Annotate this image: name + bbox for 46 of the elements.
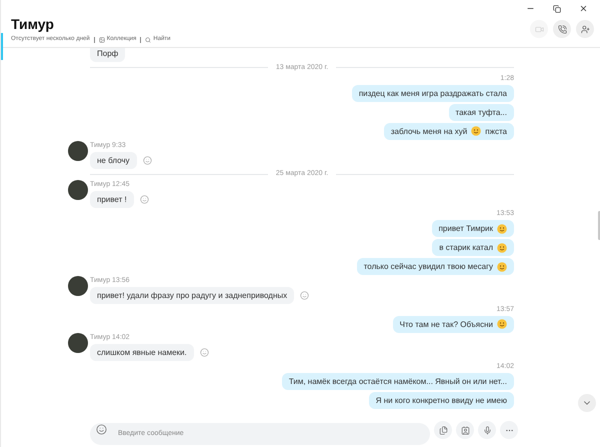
- contact-card-icon: [460, 426, 470, 434]
- avatar[interactable]: [68, 333, 88, 354]
- message-text: такая туфта...: [456, 106, 507, 118]
- message-text: не блочу: [97, 154, 130, 166]
- active-indicator: [1, 33, 3, 60]
- message-text: привет !: [97, 194, 127, 206]
- message-text: в старик катал: [439, 242, 493, 254]
- avatar[interactable]: [68, 140, 88, 161]
- message-text: пиздец как меня игра раздражать стала: [358, 88, 507, 99]
- reaction-icon[interactable]: [300, 290, 310, 300]
- reaction-icon[interactable]: [140, 195, 149, 204]
- microphone-button[interactable]: [478, 421, 496, 439]
- message-text: Что там не так? Объясни: [400, 318, 493, 330]
- phone-icon: [558, 24, 566, 34]
- files-icon: [438, 426, 448, 434]
- restore-icon[interactable]: [553, 4, 561, 12]
- reaction-icon[interactable]: [142, 156, 152, 165]
- smiley-emoji-icon: [497, 319, 507, 329]
- contact-card-button[interactable]: [456, 421, 474, 439]
- smiley-emoji-icon: [497, 224, 507, 234]
- message-text: Порф: [97, 48, 118, 59]
- emoji-icon[interactable]: [96, 424, 107, 435]
- message-text: Тим, намёк всегда остаётся намёком... Явный он или нет...: [288, 376, 507, 387]
- chat-title: Тимур: [11, 16, 55, 32]
- message-text: только сейчас увидил твою месагу: [364, 261, 493, 272]
- files-button[interactable]: [434, 421, 452, 439]
- message-text: привет! удали фразу про радугу и заднеприводных: [97, 290, 288, 301]
- message-text: заблочь меня на хуй: [390, 126, 468, 137]
- avatar[interactable]: [68, 276, 88, 296]
- message-text: слишком явные намеки.: [97, 347, 187, 358]
- search-icon: [145, 36, 152, 42]
- close-icon[interactable]: [579, 4, 588, 13]
- image-icon: [98, 36, 105, 42]
- smiley-emoji-icon: [471, 126, 482, 136]
- microphone-icon: [482, 426, 492, 434]
- add-person-icon: [580, 24, 590, 34]
- reaction-icon[interactable]: [200, 348, 209, 358]
- smiley-emoji-icon: [497, 242, 507, 253]
- call-button[interactable]: [553, 20, 571, 38]
- message-text: Я ни кого конкретно ввиду не имею: [376, 394, 507, 406]
- smiley-emoji-icon: [497, 262, 507, 272]
- add-person-button[interactable]: [576, 20, 594, 38]
- message-text: пжста: [485, 126, 507, 137]
- avatar[interactable]: [68, 180, 88, 200]
- video-camera-icon: [534, 24, 544, 34]
- message-text: привет Тимрик: [438, 223, 493, 234]
